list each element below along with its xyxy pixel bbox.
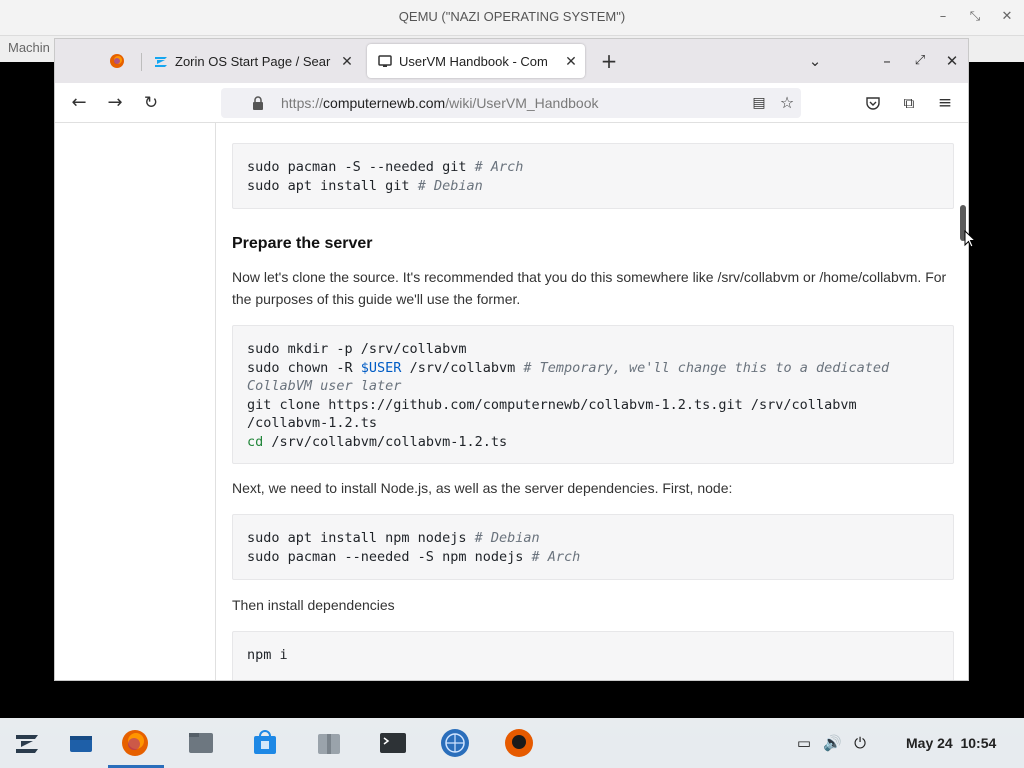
close-tab-icon[interactable]: ✕: [337, 53, 357, 70]
pocket-icon[interactable]: [861, 91, 885, 115]
browser-window: Zorin OS Start Page / Sear ✕ UserVM Hand…: [54, 38, 969, 681]
software-store-icon[interactable]: [250, 728, 280, 758]
qemu-title-bar: QEMU ("NAZI OPERATING SYSTEM") – ⤡ ✕: [0, 0, 1024, 36]
mouse-cursor-icon: [964, 229, 977, 252]
qemu-window-title: QEMU ("NAZI OPERATING SYSTEM"): [398, 9, 626, 24]
zorin-icon: [153, 53, 169, 69]
clock[interactable]: May 24 10:54: [906, 735, 996, 751]
firefox-taskbar-icon[interactable]: [120, 728, 150, 758]
code-block-clone: sudo mkdir -p /srv/collabvm sudo chown -…: [232, 325, 954, 464]
workspaces-icon[interactable]: [66, 728, 96, 758]
code-block-install-node: sudo apt install npm nodejs # Debian sud…: [232, 514, 954, 580]
zorin-menu-icon[interactable]: [12, 728, 42, 758]
tab-uservm-handbook[interactable]: UserVM Handbook - Com ✕: [367, 44, 585, 78]
app-menu-hamburger-icon[interactable]: ≡: [933, 91, 957, 115]
list-tabs-chevron-icon[interactable]: ⌄: [803, 49, 827, 73]
tab-bar: Zorin OS Start Page / Sear ✕ UserVM Hand…: [55, 39, 968, 83]
code-line: /collabvm-1.2.ts: [247, 415, 378, 431]
uservm-icon: [377, 53, 393, 69]
qemu-restore-icon[interactable]: ⤡: [966, 8, 984, 26]
tab-separator: [141, 53, 142, 71]
code-line: CollabVM user later: [247, 378, 402, 394]
qemu-app-icon[interactable]: [504, 728, 534, 758]
forward-arrow-icon[interactable]: →: [103, 91, 127, 115]
tab-label: Zorin OS Start Page / Sear: [175, 53, 331, 69]
tab-firefox-pinned[interactable]: [59, 44, 137, 78]
paragraph-install-deps: Then install dependencies: [232, 597, 395, 613]
display-icon[interactable]: ▭: [795, 734, 813, 752]
terminal-icon[interactable]: [378, 728, 408, 758]
page-content: sudo pacman -S --needed git # Arch sudo …: [55, 123, 968, 680]
reload-icon[interactable]: ↻: [139, 91, 163, 115]
paragraph-install-node: Next, we need to install Node.js, as wel…: [232, 480, 733, 496]
back-arrow-icon[interactable]: ←: [67, 91, 91, 115]
taskbar: ▭ 🔊 ⏻ May 24 10:54: [0, 718, 1024, 768]
firefox-icon: [109, 53, 125, 72]
code-line: cd /srv/collabvm/collabvm-1.2.ts: [247, 433, 508, 450]
paragraph-clone-source: Now let's clone the source. It's recomme…: [232, 269, 947, 307]
qemu-minimize-icon[interactable]: –: [934, 8, 952, 26]
code-block-npm-install: npm i: [232, 631, 954, 680]
tab-zorin-start[interactable]: Zorin OS Start Page / Sear ✕: [143, 44, 361, 78]
sidebar-divider: [215, 123, 216, 680]
url-bar[interactable]: https://computernewb.com/wiki/UserVM_Han…: [221, 88, 801, 118]
code-line: npm i: [247, 647, 288, 663]
code-block-install-git: sudo pacman -S --needed git # Arch sudo …: [232, 143, 954, 209]
close-window-icon[interactable]: ✕: [940, 49, 964, 73]
lock-icon: [251, 95, 265, 115]
new-tab-button[interactable]: +: [597, 49, 621, 73]
bookmark-star-icon[interactable]: ☆: [775, 91, 799, 115]
code-line: sudo chown -R $USER /srv/collabvm # Temp…: [247, 359, 890, 376]
maximize-window-icon[interactable]: ⤢: [908, 49, 932, 73]
archive-manager-icon[interactable]: [314, 728, 344, 758]
code-line: sudo pacman -S --needed git # Arch: [247, 159, 524, 175]
tab-label: UserVM Handbook - Com: [399, 53, 548, 69]
code-line: sudo apt install npm nodejs # Debian: [247, 530, 540, 546]
volume-icon[interactable]: 🔊: [823, 734, 842, 752]
minimize-window-icon[interactable]: –: [875, 49, 899, 73]
files-icon[interactable]: [186, 728, 216, 758]
qemu-menu-machine[interactable]: Machin: [8, 40, 50, 55]
close-tab-icon[interactable]: ✕: [561, 53, 581, 70]
code-line: sudo mkdir -p /srv/collabvm: [247, 341, 467, 357]
url-text: https://computernewb.com/wiki/UserVM_Han…: [281, 95, 599, 111]
heading-prepare-server: Prepare the server: [232, 235, 373, 252]
reader-view-icon[interactable]: ▤: [747, 91, 771, 115]
power-icon[interactable]: ⏻: [851, 734, 869, 752]
extensions-puzzle-icon[interactable]: ⧉: [897, 91, 921, 115]
navigation-toolbar: ← → ↻ https://computernewb.com/wiki/User…: [55, 83, 968, 123]
code-line: sudo pacman --needed -S npm nodejs # Arc…: [247, 548, 581, 565]
code-line: sudo apt install git # Debian: [247, 177, 483, 194]
qemu-close-icon[interactable]: ✕: [998, 8, 1016, 26]
code-line: git clone https://github.com/computernew…: [247, 396, 857, 413]
web-browser-globe-icon[interactable]: [440, 728, 470, 758]
